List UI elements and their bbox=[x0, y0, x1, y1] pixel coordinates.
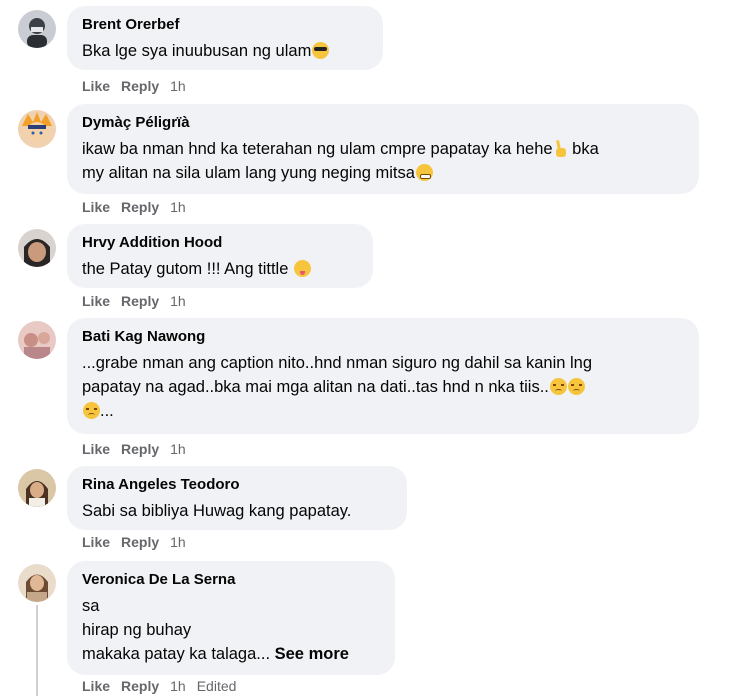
comment-timestamp[interactable]: 1h bbox=[170, 293, 186, 309]
comment-timestamp[interactable]: 1h bbox=[170, 441, 186, 457]
like-button[interactable]: Like bbox=[82, 78, 110, 94]
like-button[interactable]: Like bbox=[82, 293, 110, 309]
comment-author[interactable]: Rina Angeles Teodoro bbox=[82, 476, 392, 494]
comment-timestamp[interactable]: 1h bbox=[170, 78, 186, 94]
comment-bubble: Bati Kag Nawong ...grabe nman ang captio… bbox=[67, 318, 699, 434]
comment-author[interactable]: Bati Kag Nawong bbox=[82, 328, 684, 346]
comment-actions: Like Reply 1h bbox=[82, 293, 197, 309]
comment-author[interactable]: Hrvy Addition Hood bbox=[82, 234, 358, 252]
comment-actions: Like Reply 1h bbox=[82, 534, 197, 550]
reply-button[interactable]: Reply bbox=[121, 78, 159, 94]
like-button[interactable]: Like bbox=[82, 199, 110, 215]
comment-timestamp[interactable]: 1h bbox=[170, 199, 186, 215]
comment-text: Sabi sa bibliya Huwag kang papatay. bbox=[82, 502, 352, 520]
comment-author[interactable]: Brent Orerbef bbox=[82, 16, 368, 34]
comment-actions: Like Reply 1h bbox=[82, 78, 197, 94]
comment-bubble: Hrvy Addition Hood the Patay gutom !!! A… bbox=[67, 224, 373, 288]
avatar[interactable] bbox=[18, 321, 56, 359]
comment-bubble: Dymàç Péligrïà ikaw ba nman hnd ka teter… bbox=[67, 104, 699, 194]
avatar[interactable] bbox=[18, 469, 56, 507]
comment-text: the Patay gutom !!! Ang tittle bbox=[82, 257, 358, 281]
comment-bubble: Veronica De La Serna sa hirap ng buhay m… bbox=[67, 561, 395, 675]
comment-bubble: Rina Angeles Teodoro Sabi sa bibliya Huw… bbox=[67, 466, 407, 530]
reply-button[interactable]: Reply bbox=[121, 441, 159, 457]
comment-author[interactable]: Veronica De La Serna bbox=[82, 571, 380, 589]
pensive-face-icon bbox=[549, 378, 567, 395]
avatar[interactable] bbox=[18, 229, 56, 267]
victory-hand-icon bbox=[554, 140, 568, 157]
avatar[interactable] bbox=[18, 110, 56, 148]
grinning-face-icon bbox=[415, 164, 433, 181]
comment-bubble: Brent Orerbef Bka lge sya inuubusan ng u… bbox=[67, 6, 383, 70]
comment-timestamp[interactable]: 1h bbox=[170, 534, 186, 550]
see-more-link[interactable]: See more bbox=[275, 645, 349, 663]
reply-thread-line bbox=[36, 605, 38, 696]
edited-label[interactable]: Edited bbox=[197, 678, 237, 694]
avatar[interactable] bbox=[18, 564, 56, 602]
comment-actions: Like Reply 1h Edited bbox=[82, 678, 247, 694]
like-button[interactable]: Like bbox=[82, 441, 110, 457]
face-savoring-food-icon bbox=[293, 260, 311, 277]
reply-button[interactable]: Reply bbox=[121, 293, 159, 309]
like-button[interactable]: Like bbox=[82, 534, 110, 550]
comment-text: Bka lge sya inuubusan ng ulam bbox=[82, 39, 368, 63]
comment-actions: Like Reply 1h bbox=[82, 441, 197, 457]
comment-text: sa hirap ng buhay makaka patay ka talaga… bbox=[82, 597, 349, 663]
pensive-face-icon bbox=[83, 402, 100, 419]
comment-text: ikaw ba nman hnd ka teterahan ng ulam cm… bbox=[82, 140, 599, 182]
comment-actions: Like Reply 1h bbox=[82, 199, 197, 215]
reply-button[interactable]: Reply bbox=[121, 534, 159, 550]
pensive-face-icon bbox=[567, 378, 585, 395]
avatar[interactable] bbox=[18, 10, 56, 48]
like-button[interactable]: Like bbox=[82, 678, 110, 694]
reply-button[interactable]: Reply bbox=[121, 678, 159, 694]
comment-text: ...grabe nman ang caption nito..hnd nman… bbox=[82, 354, 593, 420]
comment-timestamp[interactable]: 1h bbox=[170, 678, 186, 694]
comment-author[interactable]: Dymàç Péligrïà bbox=[82, 114, 684, 132]
smiling-face-with-sunglasses-icon bbox=[312, 42, 330, 59]
reply-button[interactable]: Reply bbox=[121, 199, 159, 215]
